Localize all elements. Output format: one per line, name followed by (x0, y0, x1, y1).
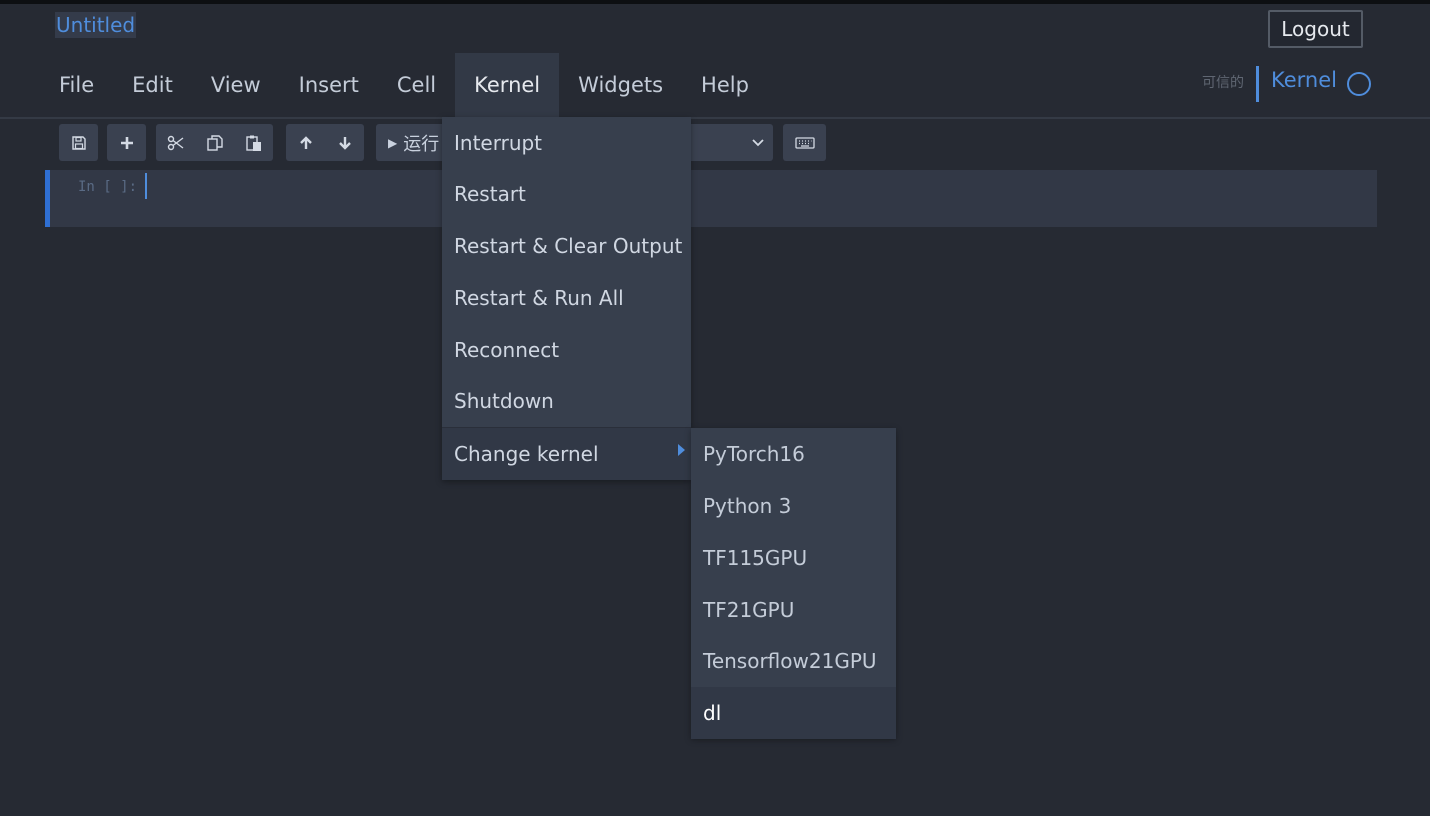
insert-cell-button[interactable] (107, 124, 146, 161)
menu-item-restart[interactable]: Restart (442, 168, 691, 220)
menu-item-shutdown[interactable]: Shutdown (442, 375, 691, 427)
save-button[interactable] (59, 124, 98, 161)
toolbar-group-move (286, 124, 364, 161)
paste-button[interactable] (234, 124, 273, 161)
kernel-option-python3[interactable]: Python 3 (691, 480, 896, 532)
header-divider (0, 117, 1430, 119)
logout-button[interactable]: Logout (1268, 10, 1363, 48)
cut-button[interactable] (156, 124, 195, 161)
arrow-up-icon (299, 135, 312, 149)
top-border (0, 0, 1430, 4)
arrow-down-icon (338, 136, 351, 150)
move-down-button[interactable] (325, 124, 364, 161)
menu-edit[interactable]: Edit (113, 53, 192, 117)
menu-insert[interactable]: Insert (280, 53, 378, 117)
toolbar-group-insert (107, 124, 146, 161)
kernel-menu-dropdown: Interrupt Restart Restart & Clear Output… (442, 117, 691, 480)
kernel-option-tensorflow21gpu[interactable]: Tensorflow21GPU (691, 635, 896, 687)
menu-item-restart-clear-output[interactable]: Restart & Clear Output (442, 220, 691, 272)
toolbar-group-save (59, 124, 98, 161)
paste-icon (245, 135, 261, 151)
menu-kernel[interactable]: Kernel (455, 53, 560, 117)
scissors-icon (167, 135, 183, 150)
kernel-option-pytorch16[interactable]: PyTorch16 (691, 428, 896, 480)
menu-file[interactable]: File (40, 53, 113, 117)
copy-icon (206, 134, 223, 151)
run-label: 运行 (403, 133, 440, 155)
submenu-arrow-icon (678, 444, 685, 456)
move-up-button[interactable] (286, 124, 325, 161)
menu-item-restart-run-all[interactable]: Restart & Run All (442, 272, 691, 324)
menu-item-reconnect[interactable]: Reconnect (442, 324, 691, 376)
menu-cell[interactable]: Cell (378, 53, 455, 117)
kernel-name[interactable]: Kernel (1271, 68, 1337, 92)
kernel-option-dl[interactable]: dl (691, 687, 896, 739)
kernel-option-tf21gpu[interactable]: TF21GPU (691, 584, 896, 636)
cell-type-select[interactable] (690, 124, 773, 161)
notebook-title[interactable]: Untitled (55, 12, 137, 38)
text-cursor (145, 173, 147, 199)
kernel-separator (1256, 66, 1259, 102)
kernel-idle-icon (1347, 72, 1371, 96)
code-cell[interactable]: In [ ]: (45, 170, 1377, 227)
copy-button[interactable] (195, 124, 234, 161)
cell-prompt: In [ ]: (78, 179, 138, 195)
menu-help[interactable]: Help (682, 53, 768, 117)
change-kernel-label: Change kernel (454, 442, 599, 466)
menu-view[interactable]: View (192, 53, 280, 117)
menubar: File Edit View Insert Cell Kernel Widget… (40, 53, 768, 117)
menu-widgets[interactable]: Widgets (559, 53, 682, 117)
save-icon (71, 135, 86, 150)
change-kernel-submenu: PyTorch16 Python 3 TF115GPU TF21GPU Tens… (691, 428, 896, 739)
play-icon: ▶ (388, 135, 398, 150)
kernel-option-tf115gpu[interactable]: TF115GPU (691, 532, 896, 584)
menu-item-change-kernel[interactable]: Change kernel (442, 428, 691, 480)
command-palette-button[interactable] (783, 124, 826, 161)
menu-item-interrupt[interactable]: Interrupt (442, 117, 691, 169)
plus-icon (120, 136, 133, 149)
trusted-indicator[interactable]: 可信的 (1202, 72, 1244, 92)
keyboard-icon (794, 136, 815, 149)
toolbar-group-edit (156, 124, 273, 161)
chevron-down-icon (752, 138, 764, 146)
